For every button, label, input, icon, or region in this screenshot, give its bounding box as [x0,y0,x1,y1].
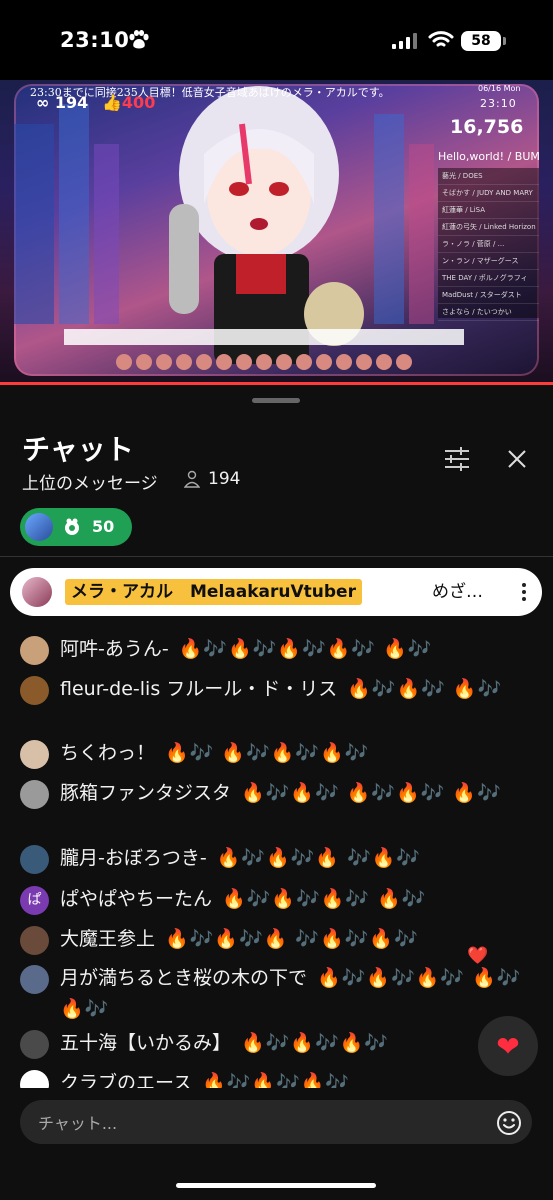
like-button[interactable]: ❤ [478,1016,538,1076]
message-author[interactable]: 阿吽-あうん- [60,638,169,660]
chat-message: 朧月-おぼろつき- 🔥🎶🔥🎶🔥 🎶🔥🎶 [20,843,540,874]
home-indicator [176,1183,376,1188]
emoji-icon[interactable] [496,1110,522,1136]
chat-message: クラブのエース 🔥🎶🔥🎶🔥🎶 [20,1068,540,1088]
setlist-item: さよなら / たいつかい [438,304,539,321]
setlist: 藝光 / DOES そばかす / JUDY AND MARY 紅蓮華 / LiS… [438,168,539,321]
floating-heart-icon: ❤️ [467,946,489,966]
video-progress-fill [0,382,553,385]
setlist-item: ラ・ノラ / 菅原 / ... [438,236,539,253]
gift-counter-pill[interactable]: 50 [20,508,132,546]
status-bar: 23:10 58 [0,0,553,80]
avatar[interactable] [20,740,49,769]
chat-message-list[interactable]: 阿吽-あうん- 🔥🎶🔥🎶🔥🎶🔥🎶 🔥🎶 fleur-de-lis フルール・ド・リ… [0,618,553,1088]
avatar[interactable]: ぱ [20,886,49,915]
setlist-item: 紅蓮華 / LiSA [438,202,539,219]
wifi-icon [428,31,454,47]
divider [0,556,553,557]
gift-thumbnail [25,513,53,541]
avatar[interactable] [20,965,49,994]
chat-message: 豚箱ファンタジスタ 🔥🎶🔥🎶 🔥🎶🔥🎶 🔥🎶 [20,778,540,809]
message-text: 🔥🎶 🔥🎶🔥🎶🔥🎶 [165,742,370,764]
chat-title: チャット [22,433,134,466]
stream-like-count: 👍400 [102,93,156,112]
chat-input-bar [20,1100,532,1144]
setlist-item: そばかす / JUDY AND MARY [438,185,539,202]
setlist-item: 藝光 / DOES [438,168,539,185]
setlist-item: MadDust / スターダスト [438,287,539,304]
status-time: 23:10 [60,28,130,52]
person-icon [184,470,200,488]
gift-count: 50 [92,517,115,536]
signal-icon [392,33,417,49]
avatar[interactable] [20,1030,49,1059]
avatar[interactable] [20,845,49,874]
message-text: 🔥🎶🔥🎶🔥🎶 [202,1072,351,1088]
avatar[interactable] [20,676,49,705]
message-author[interactable]: 豚箱ファンタジスタ [60,782,231,804]
drag-handle[interactable] [252,398,300,403]
gift-icon [65,518,79,535]
message-text: 🔥🎶🔥🎶🔥🎶 [241,1032,389,1054]
avatar[interactable] [20,1070,49,1088]
pinned-text: めざ… [432,582,483,602]
message-author[interactable]: 月が満ちるとき桜の木の下で [60,967,307,989]
setlist-item: THE DAY / ポルノグラフィ [438,270,539,287]
more-vert-icon[interactable] [520,582,528,602]
chat-message: 五十海【いかるみ】 🔥🎶🔥🎶🔥🎶 [20,1028,540,1059]
avatar[interactable] [20,780,49,809]
message-text: 🔥🎶🔥🎶 🔥🎶 [347,678,503,700]
setlist-item: ン・ラン / マザーグース [438,253,539,270]
now-playing: Hello,world! / BUM [438,150,539,163]
video-progress-bar[interactable] [0,382,553,385]
chat-message: ちくわっ！ 🔥🎶 🔥🎶🔥🎶🔥🎶 [20,738,540,769]
chat-viewer-count: 194 [208,469,241,489]
message-text: 🔥🎶🔥🎶🔥🎶🔥🎶 🔥🎶 [178,638,433,660]
chat-message: fleur-de-lis フルール・ド・リス 🔥🎶🔥🎶 🔥🎶 [20,674,540,705]
message-text: 🔥🎶🔥🎶🔥 🎶🔥🎶 [216,847,422,869]
pinned-message[interactable]: メラ・アカル MelaakaruVtuber めざ… [10,568,542,616]
message-author[interactable]: fleur-de-lis フルール・ド・リス [60,678,337,700]
heart-icon: ❤ [496,1029,520,1063]
paw-icon [129,30,149,49]
message-text: 🔥🎶🔥🎶🔥 🎶🔥🎶🔥🎶 [165,928,419,950]
chat-input[interactable] [36,1110,480,1136]
close-icon[interactable] [505,447,529,471]
message-text: 🔥🎶🔥🎶🔥🎶 🔥🎶 [222,888,427,910]
pinned-author: メラ・アカル MelaakaruVtuber [65,579,362,605]
filter-icon[interactable] [443,446,471,472]
chat-mode-selector[interactable]: 上位のメッセージ [22,469,158,494]
battery-icon: 58 [461,31,506,51]
chat-message: 阿吽-あうん- 🔥🎶🔥🎶🔥🎶🔥🎶 🔥🎶 [20,634,540,665]
stream-date: 06/16 Mon [478,84,521,93]
avatar [22,577,52,607]
avatar[interactable] [20,636,49,665]
message-text: 🔥🎶🔥🎶 🔥🎶🔥🎶 🔥🎶 [241,782,502,804]
stream-counter: 16,756 [450,116,524,138]
stream-clock: 23:10 [480,97,517,110]
stream-viewer-count: ∞ 194 [36,93,89,112]
message-author[interactable]: 朧月-おぼろつき- [60,847,207,869]
message-author[interactable]: ぱやぱやちーたん [60,888,212,910]
message-author[interactable]: クラブのエース [60,1072,192,1088]
message-author[interactable]: 五十海【いかるみ】 [60,1032,231,1054]
chat-message: 月が満ちるとき桜の木の下で 🔥🎶🔥🎶🔥🎶 🔥🎶🔥🎶 [20,963,540,1025]
chat-message: 大魔王参上 🔥🎶🔥🎶🔥 🎶🔥🎶🔥🎶 [20,924,540,955]
avatar[interactable] [20,926,49,955]
chat-message: ぱ ぱやぱやちーたん 🔥🎶🔥🎶🔥🎶 🔥🎶 [20,884,540,915]
message-author[interactable]: 大魔王参上 [60,928,155,950]
message-author[interactable]: ちくわっ！ [60,742,155,764]
setlist-item: 紅蓮の弓矢 / Linked Horizon [438,219,539,236]
